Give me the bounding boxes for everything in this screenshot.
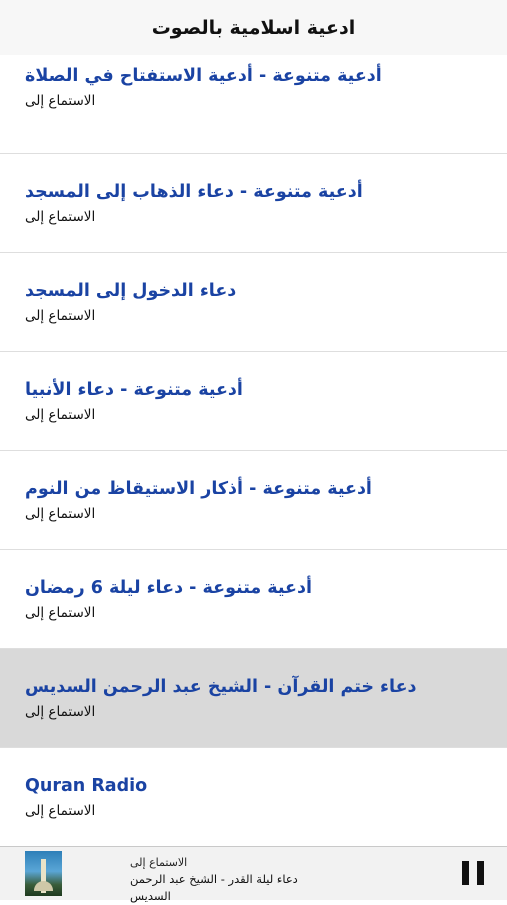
list-item-title: أدعية متنوعة - أذكار الاستيقاظ من النوم (25, 479, 372, 499)
list-item[interactable]: أدعية متنوعة - دعاء الأنبيا الاستماع إلى (0, 352, 507, 451)
list-item-subtitle: الاستماع إلى (25, 407, 96, 423)
list-item-subtitle: الاستماع إلى (25, 506, 96, 522)
audio-list: أدعية متنوعة - أدعية الاستفتاح في الصلاة… (0, 55, 507, 847)
list-item-title: أدعية متنوعة - دعاء الذهاب إلى المسجد (25, 182, 363, 202)
list-item[interactable]: دعاء الدخول إلى المسجد الاستماع إلى (0, 253, 507, 352)
list-item-subtitle: الاستماع إلى (25, 93, 96, 109)
list-item[interactable]: أدعية متنوعة - أدعية الاستفتاح في الصلاة… (0, 55, 507, 154)
list-item-subtitle: الاستماع إلى (25, 209, 96, 225)
list-item-title: دعاء الدخول إلى المسجد (25, 281, 237, 301)
mosque-artwork (25, 851, 62, 896)
list-item-subtitle: الاستماع إلى (25, 605, 96, 621)
list-item-title: أدعية متنوعة - دعاء ليلة 6 رمضان (25, 578, 312, 598)
list-item-title: Quran Radio (25, 776, 148, 796)
list-item-subtitle: الاستماع إلى (25, 803, 96, 819)
list-item[interactable]: أدعية متنوعة - أذكار الاستيقاظ من النوم … (0, 451, 507, 550)
list-item[interactable]: أدعية متنوعة - دعاء ليلة 6 رمضان الاستما… (0, 550, 507, 649)
now-playing-bar[interactable]: الاستماع إلى دعاء ليلة القدر - الشيخ عبد… (0, 846, 507, 903)
list-item-subtitle: الاستماع إلى (25, 308, 96, 324)
list-item-title: أدعية متنوعة - أدعية الاستفتاح في الصلاة (25, 66, 382, 86)
navigation-bar: ادعية اسلامية بالصوت (0, 0, 507, 56)
now-playing-subtitle: الاستماع إلى (130, 856, 188, 869)
list-item-selected[interactable]: دعاء ختم القرآن - الشيخ عبد الرحمن السدي… (0, 649, 507, 748)
list-item[interactable]: أدعية متنوعة - دعاء الذهاب إلى المسجد ال… (0, 154, 507, 253)
list-item[interactable]: Quran Radio الاستماع إلى (0, 748, 507, 847)
list-item-title: أدعية متنوعة - دعاء الأنبيا (25, 380, 243, 400)
pause-icon[interactable] (462, 861, 484, 885)
list-item-subtitle: الاستماع إلى (25, 704, 96, 720)
list-item-title: دعاء ختم القرآن - الشيخ عبد الرحمن السدي… (25, 677, 417, 697)
page-title: ادعية اسلامية بالصوت (151, 16, 356, 39)
